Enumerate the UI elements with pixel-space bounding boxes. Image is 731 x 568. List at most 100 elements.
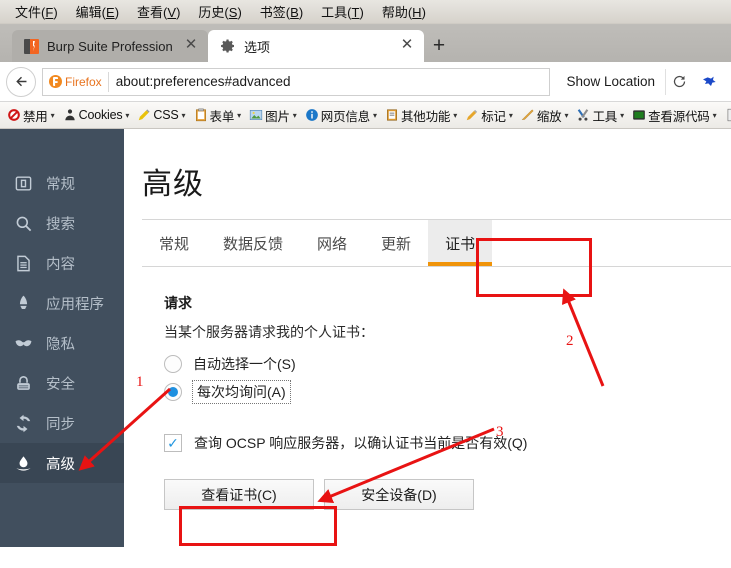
tab-burp-suite-professional[interactable]: Burp Suite Professional ✕	[12, 30, 208, 62]
sidebar-item-applications[interactable]: 应用程序	[0, 283, 124, 323]
menu-item-help[interactable]: 帮助(H)	[373, 0, 435, 23]
checkbox-row-ocsp[interactable]: ✓ 查询 OCSP 响应服务器，以确认证书当前是否有效(Q)	[164, 433, 731, 453]
tab-update[interactable]: 更新	[364, 220, 428, 266]
resize-icon	[521, 109, 534, 120]
chevron-down-icon: ▾	[372, 110, 377, 120]
ext-item-cookies-label: Cookies	[78, 108, 123, 122]
misc-icon	[387, 109, 397, 121]
bird-button[interactable]	[693, 67, 725, 97]
cookies-icon	[64, 109, 75, 121]
radio-row-ask-every-time[interactable]: 每次均询问(A)	[164, 380, 731, 404]
tab-close-icon[interactable]: ✕	[182, 37, 200, 55]
radio-select-automatically[interactable]	[164, 355, 182, 373]
radio-row-select-automatically[interactable]: 自动选择一个(S)	[164, 354, 731, 374]
back-button[interactable]	[6, 66, 36, 97]
tab-options[interactable]: 选项 ✕	[208, 30, 424, 62]
url-bar[interactable]: Firefox about:preferences#advanced	[42, 67, 551, 96]
sidebar-item-content-label: 内容	[46, 256, 75, 273]
tools-icon	[578, 109, 589, 121]
ext-item-disable[interactable]: 禁用 ▾	[3, 106, 59, 125]
search-icon	[16, 216, 32, 231]
tab-network-label: 网络	[317, 235, 348, 253]
sidebar-item-search[interactable]: 搜索	[0, 203, 124, 243]
new-tab-button[interactable]: +	[424, 30, 454, 62]
checkbox-ocsp[interactable]: ✓	[164, 434, 182, 452]
ext-item-forms[interactable]: 表单 ▾	[190, 106, 246, 125]
menu-item-help-accel: H	[412, 5, 422, 20]
menu-item-view[interactable]: 查看(V)	[128, 0, 189, 23]
certificate-buttons-row: 查看证书(C) 安全设备(D)	[164, 479, 731, 510]
sidebar-item-general-label: 常规	[46, 176, 75, 193]
ext-item-view-source-label: 查看源代码	[648, 109, 710, 124]
url-input[interactable]: about:preferences#advanced	[109, 74, 291, 89]
radio-ask-every-time[interactable]	[164, 383, 182, 401]
view-certificates-button[interactable]: 查看证书(C)	[164, 479, 314, 510]
sidebar-item-advanced[interactable]: 高级	[0, 443, 124, 483]
ext-item-misc[interactable]: 其他功能 ▾	[381, 106, 461, 125]
bird-icon	[703, 76, 716, 86]
tab-update-label: 更新	[381, 235, 412, 253]
menu-item-bookmarks-accel: B	[290, 5, 299, 20]
preferences-sidebar: 常规 搜索 内容 应用程序 隐私 安全 同步 高级	[0, 129, 124, 547]
identity-chip[interactable]: Firefox	[47, 71, 109, 92]
firefox-icon	[49, 75, 62, 88]
tab-strip: Burp Suite Professional ✕ 选项 ✕ +	[0, 24, 731, 62]
menu-item-view-accel: V	[167, 5, 177, 20]
reload-button[interactable]	[665, 68, 693, 95]
sidebar-item-sync[interactable]: 同步	[0, 403, 124, 443]
general-icon	[15, 175, 32, 191]
extension-toolbar: 禁用 ▾ Cookies ▾ CSS ▾ 表单 ▾ 图片 ▾ 网页信息 ▾ 其他…	[0, 102, 731, 129]
tab-close-icon[interactable]: ✕	[398, 37, 416, 55]
sidebar-item-content[interactable]: 内容	[0, 243, 124, 283]
tab-general-label: 常规	[159, 235, 190, 253]
ext-item-disable-label: 禁用	[23, 109, 48, 124]
tab-network[interactable]: 网络	[300, 220, 364, 266]
navbar-right-controls: Show Location	[556, 67, 725, 97]
ext-item-outline-label: 标记	[481, 109, 506, 124]
show-location-button[interactable]: Show Location	[556, 74, 665, 89]
security-lock-icon	[17, 375, 30, 390]
disable-icon	[8, 109, 20, 121]
sidebar-item-security[interactable]: 安全	[0, 363, 124, 403]
security-devices-button[interactable]: 安全设备(D)	[324, 479, 474, 510]
radio-select-automatically-label: 自动选择一个(S)	[193, 356, 296, 372]
chevron-down-icon: ▾	[50, 110, 55, 120]
ext-item-images[interactable]: 图片 ▾	[245, 106, 301, 125]
sidebar-item-general[interactable]: 常规	[0, 163, 124, 203]
chevron-down-icon: ▾	[181, 110, 186, 120]
menu-item-bookmarks[interactable]: 书签(B)	[251, 0, 312, 23]
ext-item-options[interactable]: 选 ▾	[721, 106, 731, 125]
menu-item-edit[interactable]: 编辑(E)	[67, 0, 128, 23]
ext-item-resize[interactable]: 缩放 ▾	[517, 106, 573, 125]
ext-item-forms-label: 表单	[209, 109, 235, 124]
menu-item-tools[interactable]: 工具(T)	[312, 0, 373, 23]
chevron-down-icon: ▾	[292, 110, 297, 120]
ext-item-cookies[interactable]: Cookies ▾	[59, 108, 134, 122]
tab-general[interactable]: 常规	[142, 220, 206, 266]
tab-data-choices[interactable]: 数据反馈	[206, 220, 300, 266]
menu-item-history-label: 历史	[198, 5, 225, 20]
checkbox-ocsp-label: 查询 OCSP 响应服务器，以确认证书当前是否有效(Q)	[194, 435, 528, 451]
tab-certificates[interactable]: 证书	[428, 220, 493, 266]
ext-item-view-source[interactable]: 查看源代码 ▾	[628, 106, 721, 125]
menu-item-file[interactable]: 文件(F)	[6, 0, 67, 23]
outline-icon	[466, 109, 478, 121]
preferences-main-panel: 高级 常规 数据反馈 网络 更新 证书 请求 当某个服务器请求我的个人证书： 自…	[124, 129, 731, 547]
ext-item-misc-label: 其他功能	[401, 109, 451, 124]
menu-item-history[interactable]: 历史(S)	[189, 0, 250, 23]
menu-item-history-accel: S	[228, 5, 238, 20]
ext-item-tools[interactable]: 工具 ▾	[572, 106, 628, 125]
sidebar-item-security-label: 安全	[46, 376, 75, 393]
sidebar-item-sync-label: 同步	[46, 416, 75, 433]
ext-item-css[interactable]: CSS ▾	[133, 108, 189, 122]
section-description: 当某个服务器请求我的个人证书：	[164, 324, 374, 340]
chevron-down-icon: ▾	[453, 110, 458, 120]
sidebar-item-privacy[interactable]: 隐私	[0, 323, 124, 363]
tab-data-choices-label: 数据反馈	[223, 235, 284, 253]
ext-item-outline[interactable]: 标记 ▾	[461, 106, 517, 125]
gear-icon	[221, 39, 234, 53]
navigation-bar: Firefox about:preferences#advanced Show …	[0, 62, 731, 102]
back-arrow-icon	[15, 76, 26, 87]
chevron-down-icon: ▾	[564, 110, 569, 120]
ext-item-page-info[interactable]: 网页信息 ▾	[301, 106, 381, 125]
